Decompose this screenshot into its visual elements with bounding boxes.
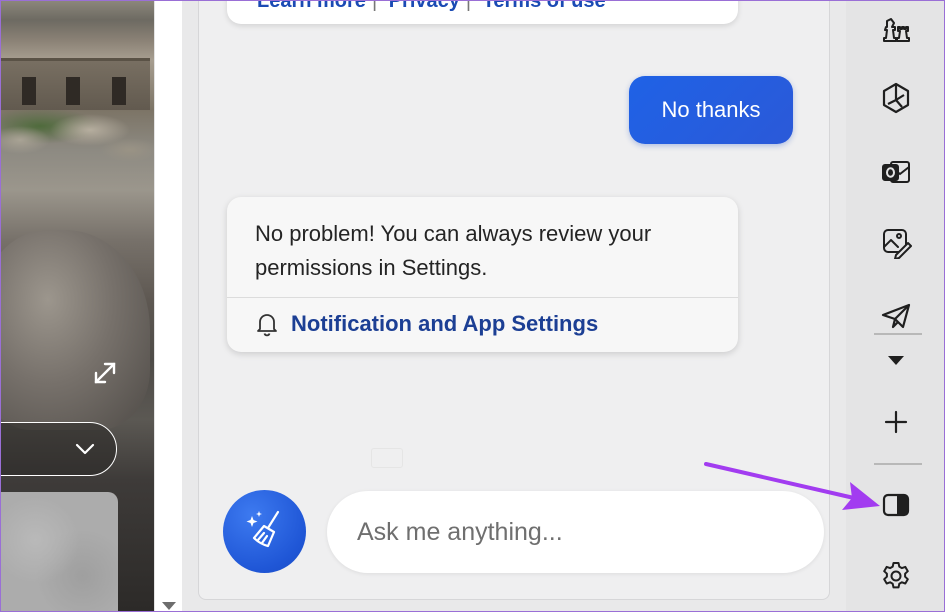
previous-card-links: Learn more | Privacy | Terms of use	[257, 0, 612, 13]
photo-ruin-wall	[0, 58, 150, 110]
expand-arrows-icon[interactable]	[92, 360, 118, 386]
broom-sparkle-icon	[242, 506, 288, 557]
notification-settings-label: Notification and App Settings	[291, 311, 599, 336]
learn-more-link[interactable]: Learn more	[257, 0, 366, 12]
chat-conversation: Learn more | Privacy | Terms of use No tha…	[198, 0, 830, 600]
plus-icon[interactable]	[874, 400, 918, 444]
privacy-link[interactable]: Privacy	[389, 0, 460, 12]
gear-icon[interactable]	[874, 554, 918, 598]
bell-icon	[255, 311, 279, 337]
ask-input[interactable]	[327, 491, 824, 573]
copilot-sidebar-panel: Learn more | Privacy | Terms of use No tha…	[182, 0, 846, 612]
card-divider	[227, 297, 738, 298]
scroll-down-arrow-icon[interactable]	[161, 598, 177, 610]
terms-of-use-link[interactable]: Terms of use	[483, 0, 606, 12]
page-thumbnail-card[interactable]	[0, 492, 118, 612]
page-dropdown[interactable]	[0, 422, 117, 476]
bing-icon[interactable]	[874, 76, 918, 120]
previous-response-card: Learn more | Privacy | Terms of use	[227, 0, 738, 24]
page-scrollbar[interactable]	[154, 0, 182, 612]
notification-settings-link[interactable]: Notification and App Settings	[255, 309, 598, 339]
new-topic-button[interactable]	[223, 490, 306, 573]
rail-divider	[874, 333, 922, 335]
web-page-content	[0, 0, 182, 612]
keyboard-icon	[371, 448, 403, 468]
chevron-down-icon	[74, 441, 96, 457]
split-panel-icon[interactable]	[874, 483, 918, 527]
rail-divider	[874, 463, 922, 465]
bot-message-text: No problem! You can always review your p…	[255, 221, 652, 280]
photo-boulder	[0, 230, 150, 430]
send-icon[interactable]	[874, 294, 918, 338]
image-creator-icon[interactable]	[874, 220, 918, 264]
outlook-icon[interactable]	[874, 150, 918, 194]
photo-rocks	[0, 110, 154, 170]
caret-down-icon[interactable]	[874, 338, 918, 382]
chess-icon[interactable]	[874, 6, 918, 50]
sidebar-icon-rail	[846, 0, 945, 612]
user-message-bubble: No thanks	[629, 76, 793, 144]
bot-response-card: No problem! You can always review your p…	[227, 197, 738, 352]
